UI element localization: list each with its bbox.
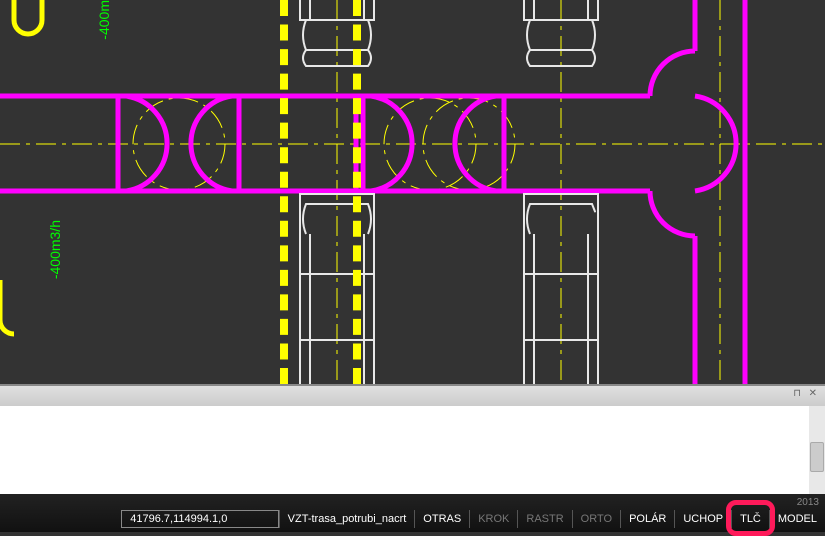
polar-label: POLÁR bbox=[629, 513, 666, 525]
command-panel-header[interactable]: ⊓ ✕ bbox=[0, 386, 825, 406]
otras-label: OTRAS bbox=[423, 513, 461, 525]
status-tlc[interactable]: TLČ bbox=[731, 510, 769, 528]
status-polar[interactable]: POLÁR bbox=[620, 510, 674, 528]
dimension-label-upper: -400m bbox=[96, 0, 112, 40]
layout-label: VZT-trasa_potrubi_nacrt bbox=[288, 513, 407, 525]
status-rastr[interactable]: RASTR bbox=[517, 510, 571, 528]
construction-line-v1 bbox=[280, 0, 288, 384]
uchop-label: UCHOP bbox=[683, 513, 723, 525]
close-icon[interactable]: ✕ bbox=[809, 388, 817, 399]
coordinates-text: 41796.7,114994.1,0 bbox=[130, 513, 227, 525]
drawing-canvas[interactable]: -400m -400m3/h bbox=[0, 0, 825, 384]
model-label: MODEL bbox=[778, 513, 817, 525]
tlc-label: TLČ bbox=[740, 513, 761, 525]
status-model[interactable]: MODEL bbox=[769, 510, 825, 528]
version-text: 2013 bbox=[797, 497, 819, 508]
command-panel: ⊓ ✕ bbox=[0, 384, 825, 494]
rastr-label: RASTR bbox=[526, 513, 563, 525]
status-krok[interactable]: KROK bbox=[469, 510, 517, 528]
layout-name[interactable]: VZT-trasa_potrubi_nacrt bbox=[279, 510, 415, 528]
status-bar: 41796.7,114994.1,0 VZT-trasa_potrubi_nac… bbox=[0, 494, 825, 532]
dimension-label-lower: -400m3/h bbox=[47, 220, 63, 279]
status-otras[interactable]: OTRAS bbox=[414, 510, 469, 528]
construction-line-v2 bbox=[353, 0, 361, 384]
scrollbar-track[interactable] bbox=[809, 406, 825, 496]
orto-label: ORTO bbox=[581, 513, 612, 525]
status-orto[interactable]: ORTO bbox=[572, 510, 620, 528]
pin-icon[interactable]: ⊓ bbox=[793, 388, 801, 399]
coordinates-readout: 41796.7,114994.1,0 bbox=[121, 510, 278, 528]
command-output[interactable] bbox=[0, 406, 825, 496]
scrollbar-thumb[interactable] bbox=[810, 442, 824, 472]
status-uchop[interactable]: UCHOP bbox=[674, 510, 731, 528]
krok-label: KROK bbox=[478, 513, 509, 525]
